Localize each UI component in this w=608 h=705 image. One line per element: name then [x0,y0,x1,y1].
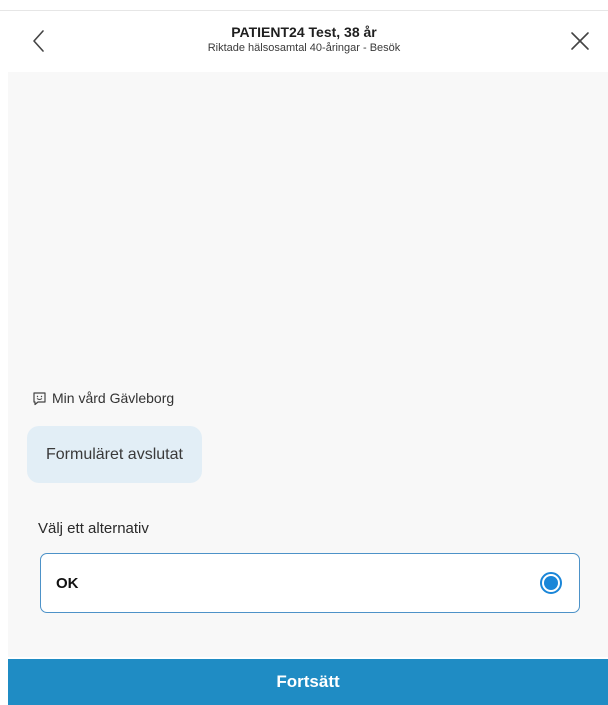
chevron-left-icon [33,30,44,52]
continue-label: Fortsätt [276,672,340,691]
continue-button[interactable]: Fortsätt [8,659,608,705]
close-button[interactable] [564,25,596,57]
option-ok[interactable]: OK [40,553,580,613]
radio-selected-dot [544,576,558,590]
radio-button[interactable] [540,572,562,594]
page-subtitle: Riktade hälsosamtal 40-åringar - Besök [207,42,401,54]
sender-name: Min vård Gävleborg [52,390,175,406]
chat-area: Min vård Gävleborg Formuläret avslutat V… [8,72,608,657]
choice-label: Välj ett alternativ [38,520,149,537]
header-title-group: PATIENT24 Test, 38 år Riktade hälsosamta… [100,23,508,56]
message-sender: Min vård Gävleborg [32,390,174,406]
option-label: OK [56,575,79,592]
back-button[interactable] [26,25,54,57]
page-title: PATIENT24 Test, 38 år [231,24,377,40]
message-bubble: Formuläret avslutat [27,426,202,483]
header-bar: PATIENT24 Test, 38 år Riktade hälsosamta… [0,10,608,71]
close-icon [571,32,589,50]
chat-smiley-icon [33,391,46,405]
message-text: Formuläret avslutat [46,445,183,463]
